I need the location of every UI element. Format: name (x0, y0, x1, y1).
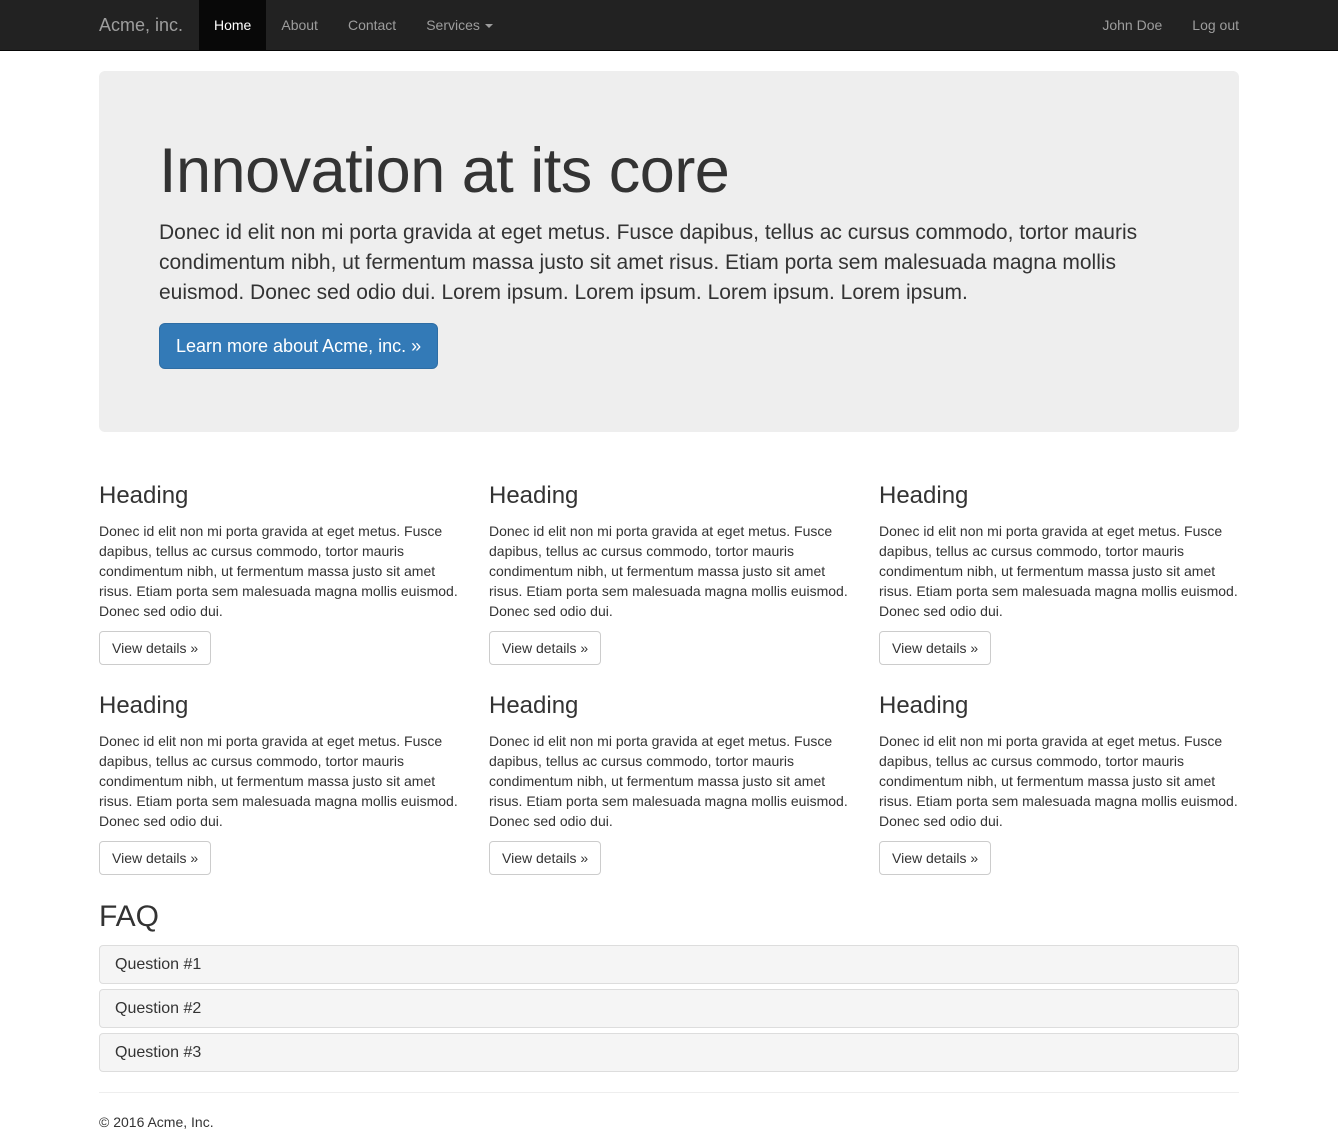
feature-heading: Heading (99, 482, 189, 509)
faq-question-2[interactable]: Question #2 (99, 989, 1239, 1028)
hero-text: Donec id elit non mi porta gravida at eg… (159, 221, 1138, 304)
feature-card: Heading Donec id elit non mi porta gravi… (879, 692, 1239, 875)
footer-copyright: © 2016 Acme, Inc. (99, 1114, 214, 1130)
feature-text: Donec id elit non mi porta gravida at eg… (99, 733, 458, 829)
learn-more-button[interactable]: Learn more about Acme, inc. » (159, 323, 439, 369)
feature-heading: Heading (489, 692, 579, 719)
hero-jumbotron: Innovation at its core Donec id elit non… (99, 71, 1239, 432)
nav-item-services-label: Services (426, 17, 480, 33)
view-details-button[interactable]: View details » (489, 631, 602, 665)
feature-text: Donec id elit non mi porta gravida at eg… (489, 733, 848, 829)
view-details-button[interactable]: View details » (879, 631, 992, 665)
nav-item-about[interactable]: About (266, 0, 333, 50)
feature-heading: Heading (489, 482, 579, 509)
feature-card: Heading Donec id elit non mi porta gravi… (489, 692, 849, 875)
nav-item-services-dropdown[interactable]: Services (411, 0, 508, 50)
view-details-button[interactable]: View details » (99, 841, 212, 875)
feature-text: Donec id elit non mi porta gravida at eg… (99, 523, 458, 619)
feature-card: Heading Donec id elit non mi porta gravi… (489, 482, 849, 665)
feature-heading: Heading (879, 692, 969, 719)
feature-text: Donec id elit non mi porta gravida at eg… (489, 523, 848, 619)
feature-card: Heading Donec id elit non mi porta gravi… (99, 482, 459, 665)
nav-item-logout[interactable]: Log out (1177, 0, 1254, 50)
main-nav: Home About Contact Services (199, 0, 508, 50)
view-details-button[interactable]: View details » (489, 841, 602, 875)
footer-divider (99, 1092, 1239, 1093)
nav-item-home[interactable]: Home (199, 0, 267, 50)
feature-card: Heading Donec id elit non mi porta gravi… (99, 692, 459, 875)
hero-title: Innovation at its core (159, 136, 730, 206)
feature-text: Donec id elit non mi porta gravida at eg… (879, 733, 1238, 829)
top-navbar: Acme, inc. Home About Contact Services J… (0, 0, 1338, 51)
feature-heading: Heading (879, 482, 969, 509)
feature-heading: Heading (99, 692, 189, 719)
view-details-button[interactable]: View details » (879, 841, 992, 875)
faq-question-1[interactable]: Question #1 (99, 945, 1239, 984)
user-nav: John Doe Log out (1087, 0, 1254, 50)
nav-item-contact[interactable]: Contact (333, 0, 411, 50)
view-details-button[interactable]: View details » (99, 631, 212, 665)
feature-text: Donec id elit non mi porta gravida at eg… (879, 523, 1238, 619)
caret-down-icon (484, 24, 493, 29)
faq-title: FAQ (99, 900, 160, 933)
feature-card: Heading Donec id elit non mi porta gravi… (879, 482, 1239, 665)
faq-question-3[interactable]: Question #3 (99, 1033, 1239, 1072)
brand-link[interactable]: Acme, inc. (99, 0, 183, 50)
nav-item-user[interactable]: John Doe (1087, 0, 1177, 50)
